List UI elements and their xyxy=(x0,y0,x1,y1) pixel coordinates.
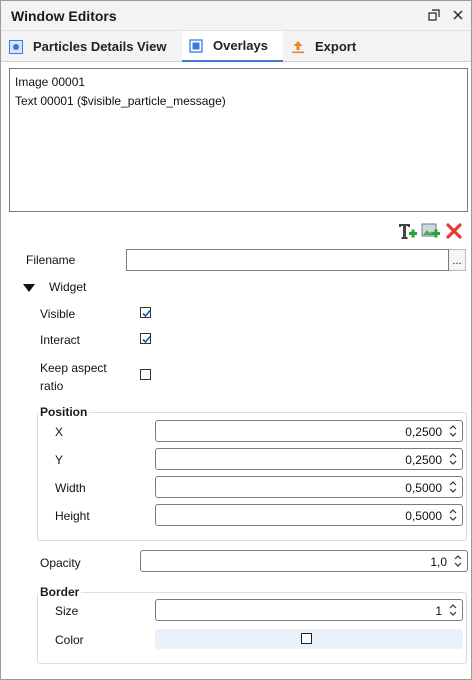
opacity-spinbox[interactable]: 1,0 xyxy=(140,550,468,572)
spin-arrows-icon[interactable] xyxy=(448,507,458,523)
browse-button[interactable]: ... xyxy=(449,249,466,271)
overlay-list[interactable]: Image 00001 Text 00001 ($visible_particl… xyxy=(9,68,468,212)
size-spinbox[interactable]: 1 xyxy=(155,599,463,621)
add-text-icon[interactable] xyxy=(398,222,418,240)
y-label: Y xyxy=(55,453,64,467)
y-spinbox[interactable]: 0,2500 xyxy=(155,448,463,470)
window-editors-panel: Window Editors Particles Details View Ov… xyxy=(0,0,472,680)
width-spinbox[interactable]: 0,5000 xyxy=(155,476,463,498)
opacity-value: 1,0 xyxy=(430,555,447,569)
add-image-icon[interactable] xyxy=(421,222,441,240)
tab-label: Overlays xyxy=(213,38,268,53)
spin-arrows-icon[interactable] xyxy=(448,479,458,495)
float-window-icon[interactable] xyxy=(425,6,443,24)
filename-input[interactable] xyxy=(126,249,449,271)
border-title: Border xyxy=(38,585,82,599)
size-label: Size xyxy=(55,604,79,618)
visible-checkbox[interactable] xyxy=(140,307,151,318)
size-value: 1 xyxy=(435,604,442,618)
delete-icon[interactable] xyxy=(445,222,465,240)
color-picker[interactable] xyxy=(155,629,463,649)
visible-label: Visible xyxy=(40,307,76,321)
window-title: Window Editors xyxy=(11,8,117,24)
spin-arrows-icon[interactable] xyxy=(448,451,458,467)
overlay-icon xyxy=(189,38,203,53)
opacity-label: Opacity xyxy=(40,556,81,570)
height-label: Height xyxy=(55,509,90,523)
x-spinbox[interactable]: 0,2500 xyxy=(155,420,463,442)
color-label: Color xyxy=(55,633,84,647)
spin-arrows-icon[interactable] xyxy=(453,553,463,569)
widget-header[interactable]: Widget xyxy=(49,280,86,294)
tab-export[interactable]: Export xyxy=(291,31,356,62)
export-icon xyxy=(291,40,305,54)
view-icon xyxy=(9,39,23,54)
position-title: Position xyxy=(38,405,90,419)
x-label: X xyxy=(55,425,64,439)
tab-label: Export xyxy=(315,39,357,54)
tab-bar: Particles Details View Overlays Export xyxy=(1,31,471,62)
filename-label: Filename xyxy=(26,253,76,267)
width-value: 0,5000 xyxy=(405,481,442,495)
tab-label: Particles Details View xyxy=(33,39,167,54)
y-value: 0,2500 xyxy=(405,453,442,467)
height-value: 0,5000 xyxy=(405,509,442,523)
x-value: 0,2500 xyxy=(405,425,442,439)
tab-overlays[interactable]: Overlays xyxy=(182,31,283,62)
list-item[interactable]: Image 00001 xyxy=(15,73,462,92)
close-icon[interactable] xyxy=(449,6,467,24)
keep-aspect-label: Keep aspect ratio xyxy=(40,361,107,393)
interact-label: Interact xyxy=(40,333,81,347)
spin-arrows-icon[interactable] xyxy=(448,423,458,439)
keep-aspect-checkbox[interactable] xyxy=(140,369,151,380)
title-bar: Window Editors xyxy=(1,1,471,31)
color-swatch[interactable] xyxy=(301,633,312,644)
width-label: Width xyxy=(55,481,86,495)
height-spinbox[interactable]: 0,5000 xyxy=(155,504,463,526)
interact-checkbox[interactable] xyxy=(140,333,151,344)
spin-arrows-icon[interactable] xyxy=(448,602,458,618)
tab-particles-details-view[interactable]: Particles Details View xyxy=(9,31,176,62)
list-item[interactable]: Text 00001 ($visible_particle_message) xyxy=(15,92,462,111)
widget-expander-icon[interactable] xyxy=(22,282,36,296)
